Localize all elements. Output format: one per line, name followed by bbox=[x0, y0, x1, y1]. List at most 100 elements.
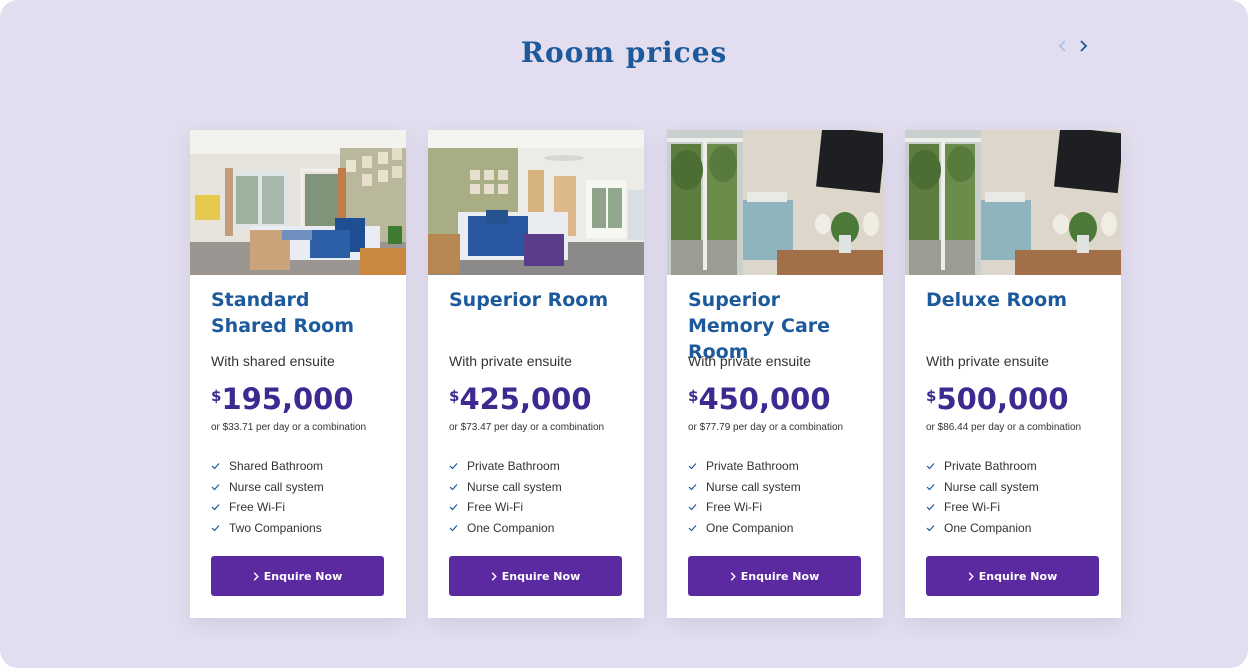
enquire-now-button[interactable]: Enquire Now bbox=[211, 556, 384, 596]
check-icon bbox=[449, 504, 458, 511]
room-prices-section: Room prices Standard Shared Room With sh… bbox=[0, 0, 1248, 668]
feature-item: Nurse call system bbox=[449, 479, 562, 500]
feature-item: Free Wi-Fi bbox=[211, 499, 324, 520]
feature-list: Private Bathroom Nurse call system Free … bbox=[926, 458, 1039, 540]
carousel-next-button[interactable] bbox=[1075, 38, 1091, 54]
check-icon bbox=[926, 524, 935, 531]
price-note: or $73.47 per day or a combination bbox=[449, 422, 605, 433]
room-title: Superior Room bbox=[449, 289, 609, 311]
feature-item: Two Companions bbox=[211, 520, 324, 541]
price-amount: 195,000 bbox=[221, 382, 354, 416]
room-subtitle: With private ensuite bbox=[449, 353, 572, 369]
price-currency: $ bbox=[211, 387, 222, 405]
room-card-deluxe: Deluxe Room With private ensuite $500,00… bbox=[905, 130, 1121, 618]
room-photo bbox=[667, 130, 883, 275]
room-subtitle: With private ensuite bbox=[926, 353, 1049, 369]
room-price: $195,000 bbox=[211, 382, 354, 416]
feature-item: Nurse call system bbox=[926, 479, 1039, 500]
feature-item: One Companion bbox=[688, 520, 801, 541]
room-photo bbox=[428, 130, 644, 275]
feature-item: Free Wi-Fi bbox=[926, 499, 1039, 520]
feature-label: Private Bathroom bbox=[467, 459, 560, 473]
room-title: Deluxe Room bbox=[926, 289, 1067, 311]
feature-item: One Companion bbox=[449, 520, 562, 541]
chevron-right-icon bbox=[491, 571, 497, 581]
feature-item: Free Wi-Fi bbox=[688, 499, 801, 520]
feature-item: Private Bathroom bbox=[449, 458, 562, 479]
feature-label: Free Wi-Fi bbox=[229, 500, 285, 514]
room-price: $425,000 bbox=[449, 382, 592, 416]
enquire-now-button[interactable]: Enquire Now bbox=[688, 556, 861, 596]
feature-item: Nurse call system bbox=[688, 479, 801, 500]
chevron-right-icon bbox=[253, 571, 259, 581]
price-amount: 450,000 bbox=[698, 382, 831, 416]
room-card-standard-shared: Standard Shared Room With shared ensuite… bbox=[190, 130, 406, 618]
check-icon bbox=[449, 483, 458, 490]
chevron-right-icon bbox=[730, 571, 736, 581]
feature-list: Shared Bathroom Nurse call system Free W… bbox=[211, 458, 324, 540]
feature-list: Private Bathroom Nurse call system Free … bbox=[688, 458, 801, 540]
check-icon bbox=[688, 463, 697, 470]
room-photo bbox=[905, 130, 1121, 275]
carousel-prev-button[interactable] bbox=[1055, 38, 1071, 54]
room-subtitle: With shared ensuite bbox=[211, 353, 335, 369]
feature-label: Nurse call system bbox=[467, 479, 562, 494]
room-subtitle: With private ensuite bbox=[688, 353, 811, 369]
feature-label: Nurse call system bbox=[944, 479, 1039, 494]
enquire-now-button[interactable]: Enquire Now bbox=[449, 556, 622, 596]
room-card-superior-memory-care: Superior Memory Care Room With private e… bbox=[667, 130, 883, 618]
feature-label: Private Bathroom bbox=[706, 459, 799, 473]
chevron-right-icon bbox=[968, 571, 974, 581]
check-icon bbox=[926, 463, 935, 470]
room-price: $450,000 bbox=[688, 382, 831, 416]
price-currency: $ bbox=[926, 387, 937, 405]
check-icon bbox=[211, 524, 220, 531]
check-icon bbox=[926, 504, 935, 511]
check-icon bbox=[211, 504, 220, 511]
check-icon bbox=[688, 504, 697, 511]
feature-label: Shared Bathroom bbox=[229, 459, 324, 473]
button-label: Enquire Now bbox=[978, 569, 1058, 583]
room-price: $500,000 bbox=[926, 382, 1069, 416]
room-card-superior: Superior Room With private ensuite $425,… bbox=[428, 130, 644, 618]
feature-label: One Companion bbox=[467, 520, 555, 535]
feature-label: Free Wi-Fi bbox=[706, 500, 762, 514]
price-note: or $33.71 per day or a combination bbox=[211, 422, 367, 433]
feature-label: Nurse call system bbox=[706, 479, 801, 494]
price-note: or $86.44 per day or a combination bbox=[926, 422, 1082, 433]
feature-label: Nurse call system bbox=[229, 479, 324, 494]
feature-label: One Companion bbox=[706, 520, 794, 535]
feature-item: Free Wi-Fi bbox=[449, 499, 562, 520]
price-amount: 425,000 bbox=[459, 382, 592, 416]
enquire-now-button[interactable]: Enquire Now bbox=[926, 556, 1099, 596]
feature-label: One Companion bbox=[944, 520, 1032, 535]
price-amount: 500,000 bbox=[936, 382, 1069, 416]
chevron-right-icon bbox=[1080, 40, 1088, 52]
feature-item: One Companion bbox=[926, 520, 1039, 541]
button-label: Enquire Now bbox=[501, 569, 581, 583]
price-currency: $ bbox=[688, 387, 699, 405]
feature-list: Private Bathroom Nurse call system Free … bbox=[449, 458, 562, 540]
room-title: Standard Shared Room bbox=[211, 289, 355, 337]
feature-label: Private Bathroom bbox=[944, 459, 1037, 473]
button-label: Enquire Now bbox=[263, 569, 343, 583]
check-icon bbox=[926, 483, 935, 490]
feature-item: Private Bathroom bbox=[688, 458, 801, 479]
feature-item: Nurse call system bbox=[211, 479, 324, 500]
chevron-left-icon bbox=[1058, 40, 1066, 52]
check-icon bbox=[449, 524, 458, 531]
check-icon bbox=[688, 483, 697, 490]
feature-label: Two Companions bbox=[229, 520, 322, 535]
price-note: or $77.79 per day or a combination bbox=[688, 422, 844, 433]
check-icon bbox=[211, 463, 220, 470]
check-icon bbox=[688, 524, 697, 531]
check-icon bbox=[211, 483, 220, 490]
button-label: Enquire Now bbox=[740, 569, 820, 583]
feature-item: Shared Bathroom bbox=[211, 458, 324, 479]
feature-label: Free Wi-Fi bbox=[467, 500, 523, 514]
check-icon bbox=[449, 463, 458, 470]
feature-item: Private Bathroom bbox=[926, 458, 1039, 479]
feature-label: Free Wi-Fi bbox=[944, 500, 1000, 514]
price-currency: $ bbox=[449, 387, 460, 405]
room-photo bbox=[190, 130, 406, 275]
